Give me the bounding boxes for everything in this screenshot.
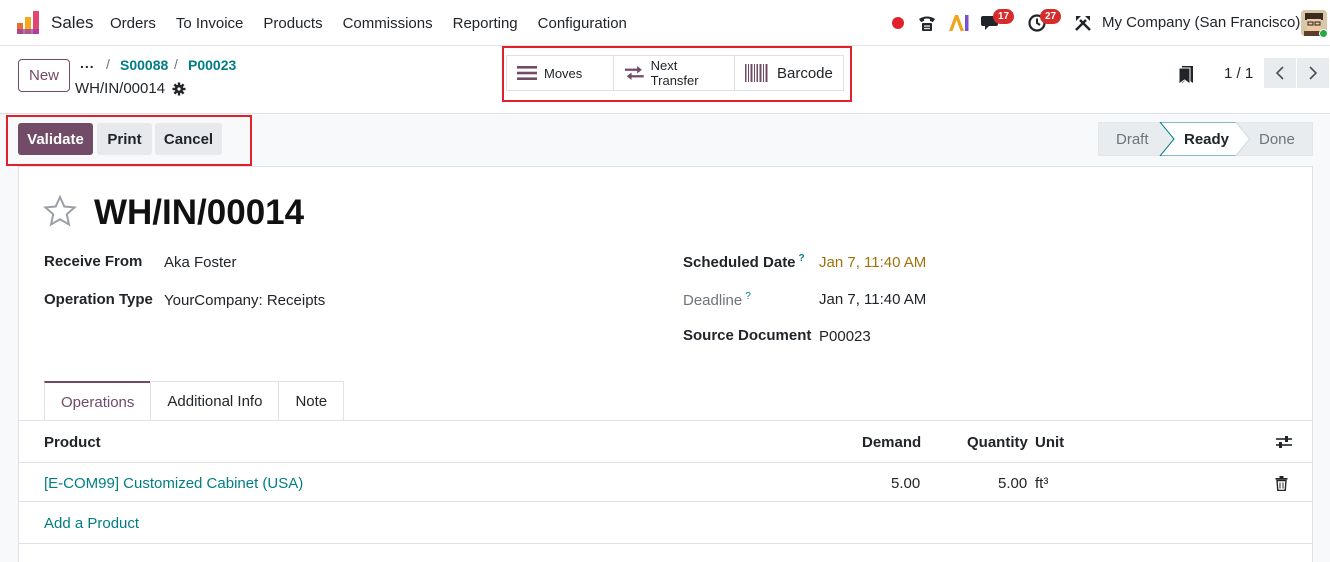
company-switcher[interactable]: My Company (San Francisco) (1102, 14, 1300, 31)
deadline-field[interactable]: Jan 7, 11:40 AM (819, 291, 926, 308)
main-menu: Orders To Invoice Products Commissions R… (100, 0, 637, 46)
gear-icon[interactable] (172, 82, 186, 96)
form-sheet: WH/IN/00014 Receive From Aka Foster Oper… (18, 166, 1313, 562)
ai-icon[interactable] (948, 13, 970, 33)
pager-previous-button[interactable] (1264, 58, 1296, 88)
transfer-icon (624, 65, 644, 81)
bookmark-icon[interactable] (1178, 65, 1194, 88)
barcode-icon (745, 64, 768, 82)
sales-app-icon[interactable] (16, 11, 40, 35)
deadline-label-text: Deadline (683, 292, 743, 309)
barcode-label: Barcode (777, 64, 833, 82)
star-icon[interactable] (43, 195, 77, 227)
trash-icon[interactable] (1275, 476, 1288, 491)
activities-badge: 27 (1040, 9, 1062, 24)
stage-done[interactable]: Done (1259, 131, 1295, 148)
pager-value[interactable]: 1 / 1 (1224, 65, 1253, 82)
deadline-label: Deadline? (683, 291, 751, 309)
menu-products[interactable]: Products (253, 15, 332, 32)
new-button[interactable]: New (18, 59, 70, 92)
next-transfer-label: Next Transfer (650, 58, 699, 88)
menu-to-invoice[interactable]: To Invoice (166, 15, 254, 32)
list-icon (517, 66, 537, 80)
breadcrumb-current: WH/IN/00014 (75, 80, 166, 97)
tabs-divider (19, 420, 1312, 421)
record-title: WH/IN/00014 (94, 193, 305, 232)
receive-from-field[interactable]: Aka Foster (164, 254, 237, 271)
phone-icon[interactable] (917, 13, 937, 33)
demand-cell[interactable]: 5.00 (891, 475, 920, 492)
quantity-cell[interactable]: 5.00 (998, 475, 1027, 492)
next-transfer-button[interactable]: Next Transfer (614, 56, 735, 90)
scheduled-date-field[interactable]: Jan 7, 11:40 AM (819, 254, 926, 271)
breadcrumb-more-button[interactable]: ... (80, 55, 95, 71)
table-bottom-divider (19, 543, 1312, 544)
add-product-link[interactable]: Add a Product (44, 515, 139, 532)
chevron-left-icon (1275, 66, 1284, 80)
top-navbar: Sales Orders To Invoice Products Commiss… (0, 0, 1330, 46)
column-header-quantity[interactable]: Quantity (967, 434, 1028, 451)
status-bar: Validate Print Cancel Draft Ready Done (0, 114, 1330, 166)
product-cell[interactable]: [E-COM99] Customized Cabinet (USA) (44, 475, 303, 492)
pager-next-button[interactable] (1297, 58, 1329, 88)
breadcrumb-separator: / (174, 56, 178, 72)
breadcrumb-purchase-order[interactable]: P00023 (188, 57, 236, 73)
table-row-divider (19, 501, 1312, 502)
unit-cell[interactable]: ft³ (1035, 475, 1048, 492)
column-header-product[interactable]: Product (44, 434, 101, 451)
column-header-unit[interactable]: Unit (1035, 434, 1064, 451)
breadcrumb-separator: / (106, 56, 110, 72)
source-document-field[interactable]: P00023 (819, 328, 871, 345)
chevron-right-icon (1309, 66, 1318, 80)
menu-reporting[interactable]: Reporting (443, 15, 528, 32)
tab-operations[interactable]: Operations (44, 381, 152, 421)
tools-icon[interactable] (1074, 14, 1092, 32)
barcode-button[interactable]: Barcode (735, 56, 843, 90)
moves-label: Moves (544, 65, 583, 81)
tab-additional-info[interactable]: Additional Info (150, 381, 280, 421)
smart-buttons: Moves Next Transfer Barcode (506, 55, 844, 91)
print-button[interactable]: Print (97, 123, 152, 155)
notebook-tabs: Operations Additional Info Note (44, 381, 345, 421)
scheduled-date-label: Scheduled Date? (683, 253, 805, 271)
menu-commissions[interactable]: Commissions (333, 15, 443, 32)
moves-button[interactable]: Moves (507, 56, 614, 90)
online-status-dot (1319, 29, 1328, 38)
stage-ready[interactable]: Ready (1184, 131, 1229, 148)
cancel-button[interactable]: Cancel (155, 123, 222, 155)
operation-type-field[interactable]: YourCompany: Receipts (164, 292, 325, 309)
help-icon[interactable]: ? (799, 253, 805, 264)
optional-columns-icon[interactable] (1275, 434, 1293, 450)
menu-orders[interactable]: Orders (100, 15, 166, 32)
messages-badge: 17 (993, 9, 1015, 24)
menu-configuration[interactable]: Configuration (528, 15, 637, 32)
table-header-divider (19, 462, 1312, 463)
validate-button[interactable]: Validate (18, 123, 93, 155)
app-name[interactable]: Sales (51, 13, 94, 33)
source-document-label: Source Document (683, 327, 812, 344)
breadcrumb-sale-order[interactable]: S00088 (120, 57, 168, 73)
tab-note[interactable]: Note (278, 381, 345, 421)
stage-draft[interactable]: Draft (1116, 131, 1149, 148)
scheduled-date-label-text: Scheduled Date (683, 254, 796, 271)
receive-from-label: Receive From (44, 253, 143, 270)
recording-icon[interactable] (892, 17, 904, 29)
help-icon[interactable]: ? (745, 291, 751, 302)
operation-type-label: Operation Type (44, 291, 153, 308)
column-header-demand[interactable]: Demand (862, 434, 921, 451)
